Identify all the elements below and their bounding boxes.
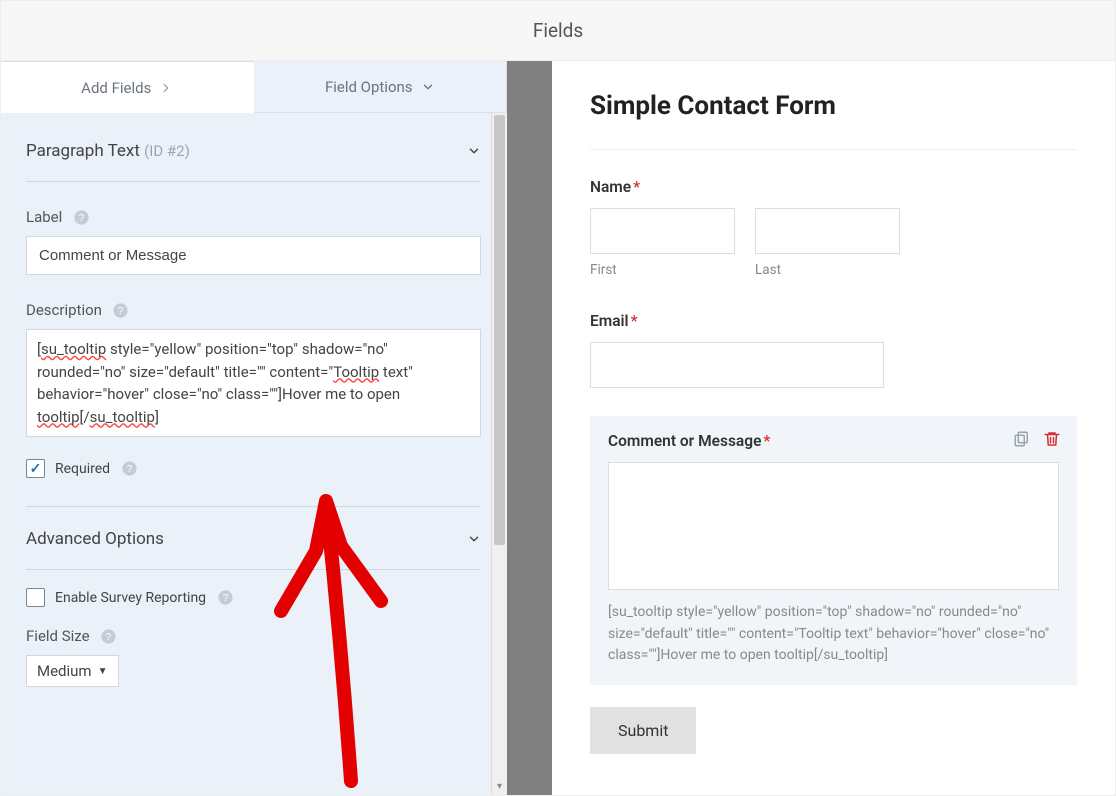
survey-label: Enable Survey Reporting [55, 590, 206, 606]
svg-text:?: ? [118, 306, 124, 317]
field-options-panel: Paragraph Text (ID #2) Label ? Descripti… [1, 113, 507, 795]
help-icon[interactable]: ? [216, 589, 234, 607]
tab-add-fields-label: Add Fields [81, 79, 151, 97]
field-size-label: Field Size [26, 627, 90, 645]
last-sublabel: Last [755, 262, 900, 278]
field-email: Email* [590, 312, 1077, 388]
required-label: Required [55, 461, 110, 477]
tab-field-options[interactable]: Field Options [254, 61, 507, 113]
section-paragraph-text[interactable]: Paragraph Text (ID #2) [26, 113, 481, 182]
divider-strip [507, 61, 552, 795]
description-title: Description [26, 301, 102, 319]
section-advanced-options[interactable]: Advanced Options [26, 507, 481, 570]
required-row: Required ? [26, 459, 481, 507]
submit-label: Submit [618, 721, 668, 740]
form-title: Simple Contact Form [590, 91, 1077, 150]
help-icon[interactable]: ? [120, 460, 138, 478]
scrollbar[interactable]: ▾ [491, 113, 507, 795]
label-row: Label ? [26, 208, 481, 226]
survey-checkbox[interactable] [26, 588, 45, 607]
help-icon[interactable]: ? [112, 301, 130, 319]
tabs: Add Fields Field Options [1, 61, 507, 113]
field-comment-selected[interactable]: Comment or Message* [su_tooltip style="y… [590, 416, 1077, 685]
header-title: Fields [533, 19, 583, 42]
section-title: Paragraph Text (ID #2) [26, 141, 190, 161]
section-title-text: Paragraph Text [26, 141, 140, 161]
form-preview: Simple Contact Form Name* First Last [552, 61, 1115, 795]
scrollbar-thumb[interactable] [494, 115, 505, 545]
name-label: Name* [590, 178, 1077, 196]
chevron-right-icon [159, 81, 173, 95]
chevron-down-icon [467, 144, 481, 158]
comment-label: Comment or Message* [608, 432, 1059, 450]
tab-add-fields[interactable]: Add Fields [1, 61, 254, 113]
email-label: Email* [590, 312, 1077, 330]
scroll-down-icon[interactable]: ▾ [492, 777, 507, 795]
field-size-row: Field Size ? [26, 627, 481, 645]
email-input[interactable] [590, 342, 884, 388]
comment-textarea[interactable] [608, 462, 1059, 590]
header-bar: Fields [1, 1, 1115, 61]
field-name: Name* First Last [590, 178, 1077, 278]
chevron-down-icon [467, 532, 481, 546]
comment-description: [su_tooltip style="yellow" position="top… [608, 602, 1059, 667]
submit-button[interactable]: Submit [590, 707, 696, 754]
chevron-down-icon [421, 80, 435, 94]
field-size-select[interactable]: Medium ▼ [26, 655, 119, 687]
required-checkbox[interactable] [26, 459, 45, 478]
first-name-input[interactable] [590, 208, 735, 254]
survey-row: Enable Survey Reporting ? [26, 588, 481, 613]
required-asterisk: * [763, 432, 770, 450]
duplicate-icon[interactable] [1013, 430, 1031, 448]
label-title: Label [26, 208, 62, 226]
svg-text:?: ? [106, 632, 112, 643]
required-asterisk: * [633, 178, 640, 196]
trash-icon[interactable] [1043, 430, 1061, 448]
field-size-value: Medium [37, 662, 92, 680]
help-icon[interactable]: ? [72, 208, 90, 226]
svg-text:?: ? [126, 464, 132, 475]
advanced-title: Advanced Options [26, 529, 164, 549]
description-row: Description ? [26, 301, 481, 319]
dropdown-icon: ▼ [98, 666, 108, 677]
section-id: (ID #2) [144, 142, 190, 160]
svg-text:?: ? [222, 593, 228, 604]
last-name-input[interactable] [755, 208, 900, 254]
tab-field-options-label: Field Options [325, 78, 413, 96]
description-textarea[interactable]: [su_tooltip style="yellow" position="top… [26, 329, 481, 437]
svg-text:?: ? [79, 213, 85, 224]
first-sublabel: First [590, 262, 735, 278]
label-input[interactable] [26, 236, 481, 275]
required-asterisk: * [631, 312, 638, 330]
help-icon[interactable]: ? [100, 627, 118, 645]
